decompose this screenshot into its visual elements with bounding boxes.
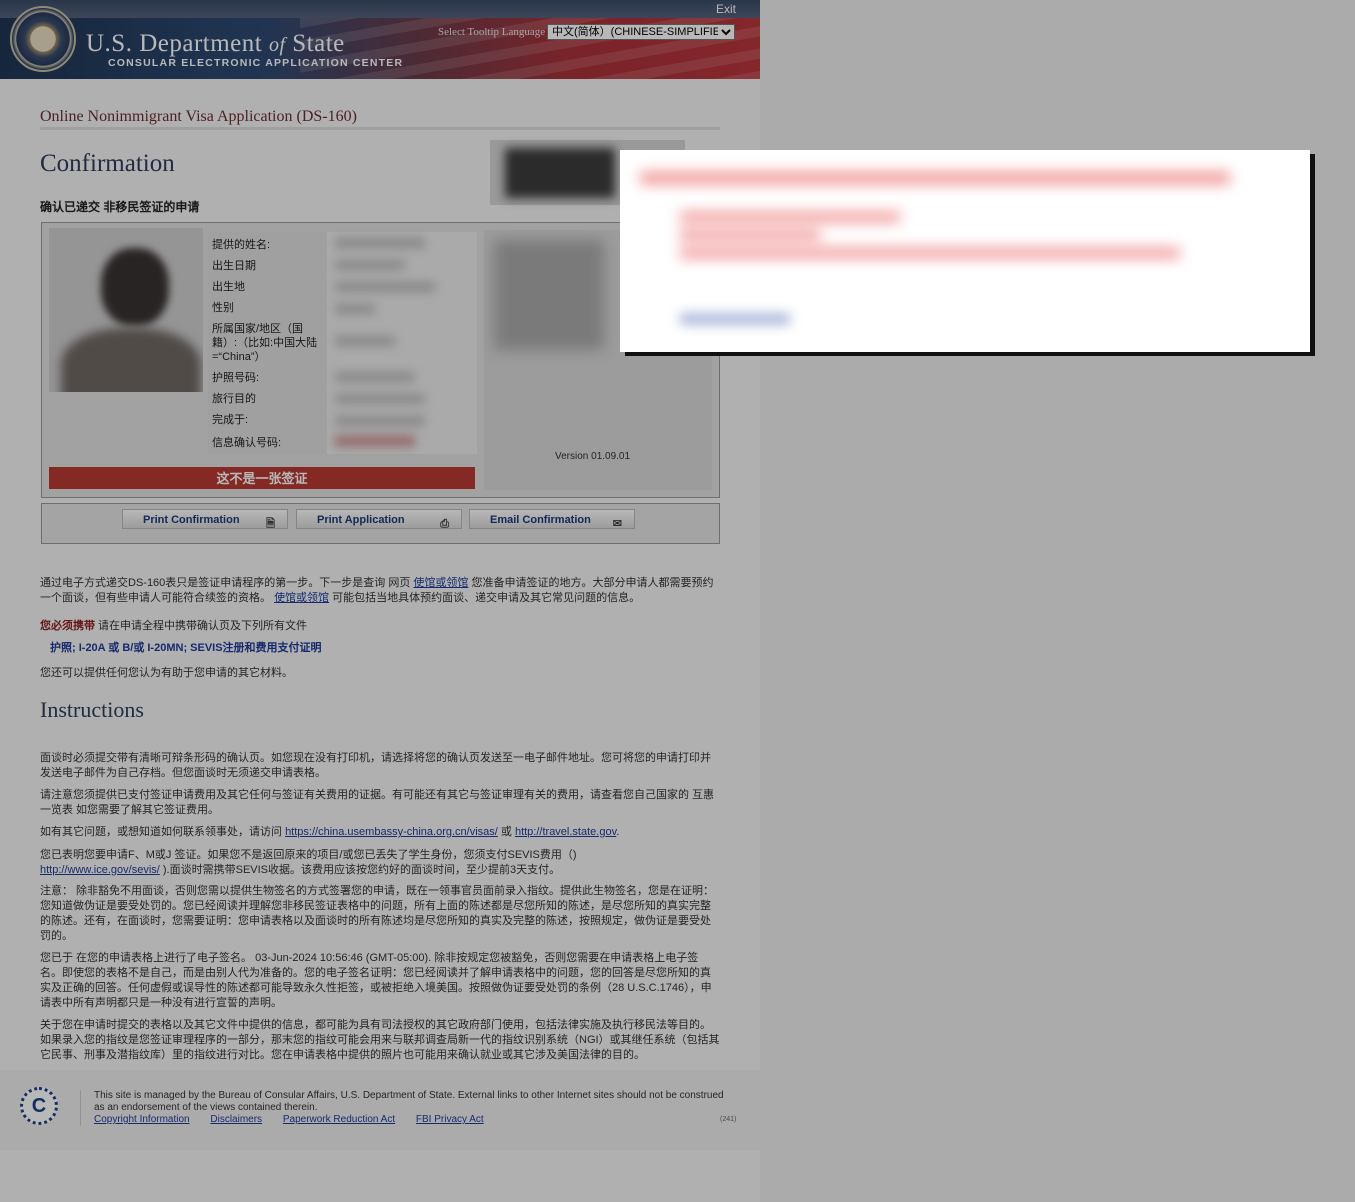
label-dob: 出生日期 [212,260,256,272]
site-footer: C This site is managed by the Bureau of … [0,1070,760,1150]
popup-blurred-line-3 [680,248,1180,258]
document-icon: 🗎 [266,518,275,530]
embassy-link-2[interactable]: 使馆或领馆 [274,592,329,604]
print-confirmation-button[interactable]: Print Confirmation 🗎 [122,509,288,530]
title-divider [40,127,720,130]
label-nationality: 所属国家/地区（国籍）:（比如:中国大陆 =“China”） [212,323,318,363]
instruction-1: 面谈时必须提交带有清晰可辩条形码的确认页。如您现在没有打印机，请选择将您的确认页… [40,752,711,779]
inst3-text-c: . [616,826,620,838]
instruction-6: 您已于 在您的申请表格上进行了电子签名。 03-Jun-2024 10:56:4… [40,952,712,1009]
applicant-photo [49,228,203,392]
label-name: 提供的姓名: [212,239,271,251]
embassy-visas-link[interactable]: https://china.usembassy-china.org.cn/vis… [285,826,498,838]
redacted-purpose [335,394,425,404]
inst3-text-a: 如有其它问题，或想知道如何联系领事处，请访问 [40,826,286,838]
popup-blurred-link[interactable] [680,314,790,324]
embassy-link-1[interactable]: 使馆或领馆 [413,577,468,589]
consular-logo-icon: C [20,1087,58,1125]
label-purpose: 旅行目的 [212,393,256,405]
redacted-nationality [335,336,395,346]
confirmation-heading: Confirmation [40,150,175,177]
intro-text-c: 可能包括当地具体预约面谈、递交申请及其它常见问题的信息。 [329,592,641,604]
required-documents: 护照; I-20A 或 B/或 I-20MN; SEVIS注册和费用支付证明 [50,642,322,654]
label-completed: 完成于: [212,414,249,426]
email-confirmation-label: Email Confirmation [490,514,591,526]
application-title: Online Nonimmigrant Visa Application (DS… [40,108,357,125]
version-label: Version 01.09.01 [555,451,631,462]
redacted-passport [335,372,415,382]
envelope-icon: ✉ [612,518,622,530]
intro-text-a: 通过电子方式递交DS-160表只是签证申请程序的第一步。下一步是查询 网页 [40,577,414,589]
popup-blurred-line-2 [680,230,820,240]
photo-head [101,248,169,326]
instruction-3: 如有其它问题，或想知道如何联系领事处，请访问 https://china.use… [40,825,720,840]
email-confirmation-button[interactable]: Email Confirmation ✉ [469,509,635,530]
redacted-side-content [494,240,604,350]
fbi-privacy-link[interactable]: FBI Privacy Act [416,1114,484,1125]
other-documents-text: 您还可以提供任何您认为有助于您申请的其它材料。 [40,667,293,679]
instruction-2: 请注意您须提供已支付签证申请费用及其它任何与签证有关费用的证据。有可能还有其它与… [40,789,715,816]
label-confirmation-number: 信息确认号码: [212,437,282,449]
not-a-visa-banner: 这不是一张签证 [49,467,475,489]
disclaimers-link[interactable]: Disclaimers [210,1114,262,1125]
label-sex: 性别 [212,302,234,314]
redacted-sex [335,304,375,314]
site-header: Exit U.S. Department of State CONSULAR E… [0,0,760,79]
travel-state-link[interactable]: http://travel.state.gov [515,826,616,838]
department-seal-icon [10,6,76,72]
print-application-button[interactable]: Print Application ⎙ [296,509,462,530]
print-application-label: Print Application [317,514,405,526]
footer-links: Copyright Information Disclaimers Paperw… [94,1114,502,1125]
inst3-text-b: 或 [497,826,515,838]
instruction-7: 关于您在申请时提交的表格以及其它文件中提供的信息，都可能为具有司法授权的其它政府… [40,1019,720,1061]
dept-prefix: U.S. Department [86,30,263,57]
instruction-5: 注意： 除非豁免不用面谈，否则您需以提供生物签名的方式签署您的申请，既在一领事官… [40,885,715,942]
must-bring-label: 您必须携带 [40,620,95,632]
redacted-name [335,238,425,248]
inst4-text-a: 您已表明您要申请F、M或J 签证。如果您不是返回原来的项目/或您已丢失了学生身份… [40,849,577,861]
must-bring-text: 请在申请全程中携带确认页及下列所有文件 [95,620,308,632]
exit-link[interactable]: Exit [716,2,736,16]
department-title: U.S. Department of State [86,30,345,58]
popup-blurred-line-1 [680,212,900,222]
center-label: CONSULAR ELECTRONIC APPLICATION CENTER [108,57,404,69]
dept-of: of [268,34,286,56]
tooltip-language-label: Select Tooltip Language [438,26,546,38]
redacted-birthplace [335,282,435,292]
footer-divider [80,1090,81,1126]
summary-value-column [327,232,477,454]
redacted-dob [335,260,405,270]
popup-blurred-title [640,172,1230,184]
printer-icon: ⎙ [440,518,449,530]
label-birthplace: 出生地 [212,281,245,293]
instructions-heading: Instructions [40,697,144,722]
footer-code: (241) [720,1116,737,1123]
label-passport: 护照号码: [212,372,260,384]
sevis-link[interactable]: http://www.ice.gov/sevis/ [40,864,160,876]
inst4-text-b: ).面谈时需携带SEVIS收据。该费用应该按您约好的面谈时间，至少提前3天支付。 [159,864,561,876]
copyright-link[interactable]: Copyright Information [94,1114,190,1125]
blurred-popup-dialog[interactable] [620,150,1310,352]
photo-shoulders [61,328,201,392]
dept-suffix: State [292,30,345,57]
footer-managed-text: This site is managed by the Bureau of Co… [94,1090,724,1113]
print-confirmation-label: Print Confirmation [143,514,240,526]
next-steps-paragraph: 通过电子方式递交DS-160表只是签证申请程序的第一步。下一步是查询 网页 使馆… [40,576,720,606]
header-topbar [0,0,760,18]
instruction-4: 您已表明您要申请F、M或J 签证。如果您不是返回原来的项目/或您已丢失了学生身份… [40,848,720,878]
barcode-image [505,148,615,198]
tooltip-language-select[interactable]: 中文(简体）(CHINESE-SIMPLIFIED) [547,24,735,40]
must-bring-line: 您必须携带 请在申请全程中携带确认页及下列所有文件 [40,619,720,634]
redacted-confirmation-number [335,436,415,446]
paperwork-reduction-link[interactable]: Paperwork Reduction Act [283,1114,395,1125]
redacted-completed [335,416,425,426]
confirmation-subheading: 确认已递交 非移民签证的申请 [40,200,200,214]
